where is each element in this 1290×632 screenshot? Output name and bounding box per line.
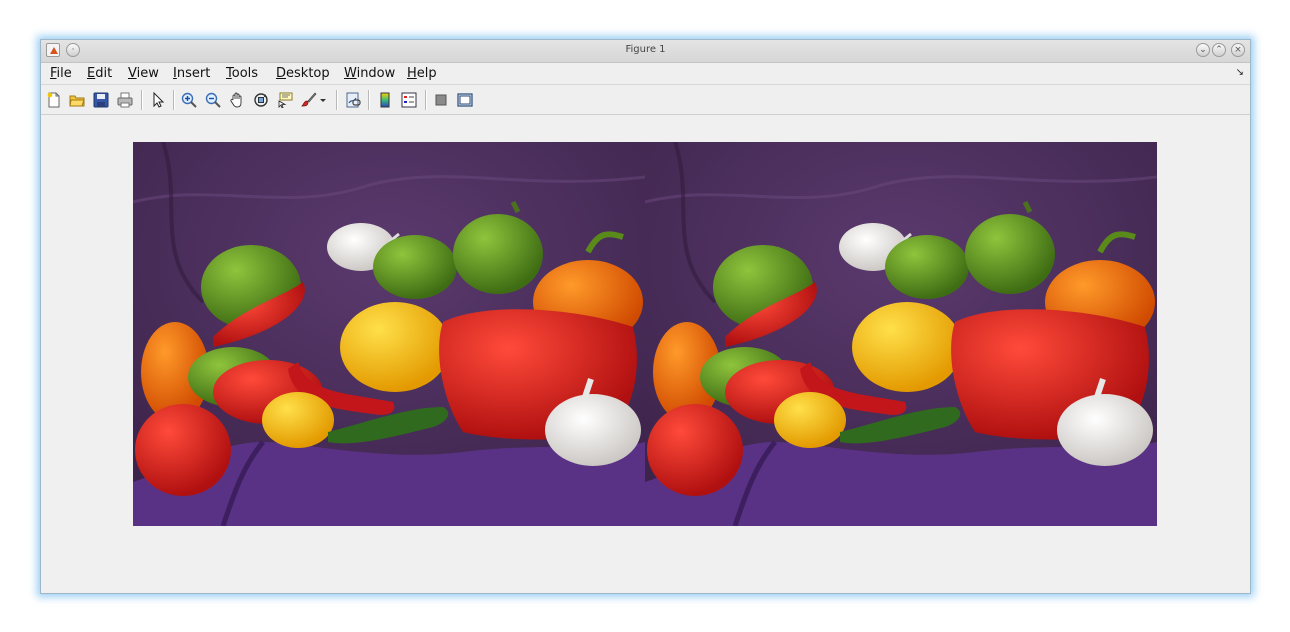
menu-desktop[interactable]: Desktop [276,66,330,81]
menu-tools[interactable]: Tools [226,66,258,81]
maximize-icon[interactable]: ⌃ [1212,43,1226,57]
edit-plot-arrow-icon[interactable] [149,91,167,109]
toolbar-separator [173,90,175,110]
menu-help[interactable]: Help [407,66,437,81]
peppers-image-right [645,142,1157,526]
menu-edit[interactable]: Edit [87,66,112,81]
brush-dropdown-icon[interactable] [318,91,328,109]
menu-bar: File Edit View Insert Tools Desktop Wind… [41,63,1250,85]
close-icon[interactable]: × [1231,43,1245,57]
zoom-out-icon[interactable] [204,91,222,109]
menu-view[interactable]: View [128,66,159,81]
toolbar-separator [336,90,338,110]
insert-colorbar-icon[interactable] [376,91,394,109]
figure-window: · Figure 1 ⌄ ⌃ × File Edit View Insert T… [40,39,1251,594]
toolbar-separator [141,90,143,110]
save-icon[interactable] [92,91,110,109]
pan-hand-icon[interactable] [228,91,246,109]
menu-insert[interactable]: Insert [173,66,210,81]
minimize-icon[interactable]: ⌄ [1196,43,1210,57]
new-figure-icon[interactable] [45,91,63,109]
rotate-3d-icon[interactable] [252,91,270,109]
insert-legend-icon[interactable] [400,91,418,109]
link-plot-icon[interactable] [344,91,362,109]
image-axes[interactable] [133,142,1157,526]
window-title: Figure 1 [625,44,666,55]
hide-plot-tools-icon[interactable] [432,91,450,109]
figure-toolbar [41,85,1250,115]
zoom-in-icon[interactable] [180,91,198,109]
undock-arrow-icon[interactable]: ↘ [1236,67,1244,78]
brush-icon[interactable] [300,91,318,109]
print-icon[interactable] [116,91,134,109]
data-cursor-icon[interactable] [276,91,294,109]
show-plot-tools-icon[interactable] [456,91,474,109]
menu-file[interactable]: File [50,66,72,81]
toolbar-separator [425,90,427,110]
toolbar-separator [368,90,370,110]
open-file-icon[interactable] [68,91,86,109]
title-bar[interactable]: · Figure 1 ⌄ ⌃ × [41,40,1250,63]
peppers-image-left [133,142,645,526]
menu-window[interactable]: Window [344,66,395,81]
